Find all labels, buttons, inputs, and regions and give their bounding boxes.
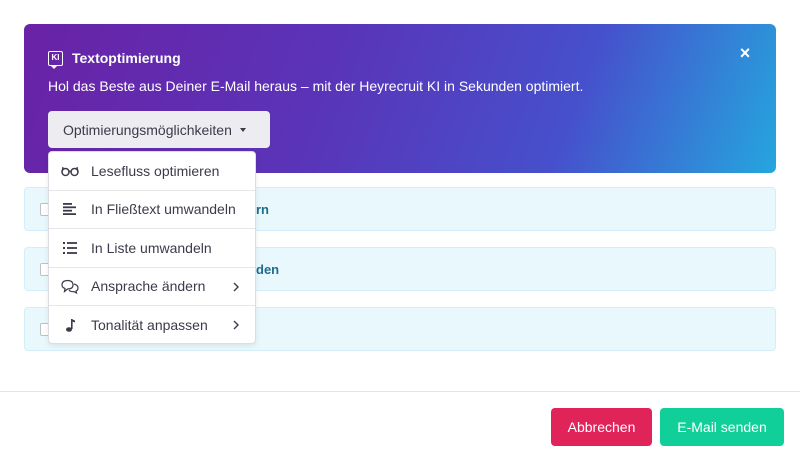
optimization-options-dropdown-button[interactable]: Optimierungsmöglichkeiten	[48, 111, 270, 148]
row-label: den	[256, 262, 280, 277]
menu-item-label: Lesefluss optimieren	[91, 162, 220, 179]
row-label: rn	[256, 202, 269, 217]
menu-item-label: Tonalität anpassen	[91, 317, 208, 334]
ki-badge-icon: KI	[48, 50, 63, 69]
banner-title: Textoptimierung	[72, 50, 181, 66]
banner-title-row: KI Textoptimierung	[48, 50, 181, 69]
chevron-right-icon	[233, 282, 239, 291]
menu-item-lesefluss[interactable]: Lesefluss optimieren	[49, 152, 255, 191]
footer-divider	[0, 391, 800, 392]
menu-item-liste[interactable]: In Liste umwandeln	[49, 229, 255, 268]
cancel-button[interactable]: Abbrechen	[551, 408, 652, 446]
caret-down-icon	[239, 127, 246, 132]
menu-item-label: Ansprache ändern	[91, 278, 206, 295]
optimization-dropdown-menu: Lesefluss optimieren In Fließtext umwand…	[48, 151, 256, 344]
menu-item-label: In Fließtext umwandeln	[91, 201, 236, 218]
banner-description: Hol das Beste aus Deiner E-Mail heraus –…	[48, 78, 584, 94]
list-icon	[61, 239, 79, 257]
speech-bubbles-icon	[61, 277, 79, 295]
send-email-button[interactable]: E-Mail senden	[660, 408, 784, 446]
menu-item-fliesstext[interactable]: In Fließtext umwandeln	[49, 191, 255, 229]
glasses-icon	[61, 162, 79, 180]
close-icon[interactable]: ×	[736, 44, 754, 62]
menu-item-label: In Liste umwandeln	[91, 239, 212, 256]
options-button-label: Optimierungsmöglichkeiten	[63, 121, 232, 138]
align-left-icon	[61, 200, 79, 218]
music-note-icon	[61, 316, 79, 334]
menu-item-ansprache[interactable]: Ansprache ändern	[49, 268, 255, 306]
menu-item-tonalitaet[interactable]: Tonalität anpassen	[49, 306, 255, 345]
chevron-right-icon	[233, 320, 239, 330]
